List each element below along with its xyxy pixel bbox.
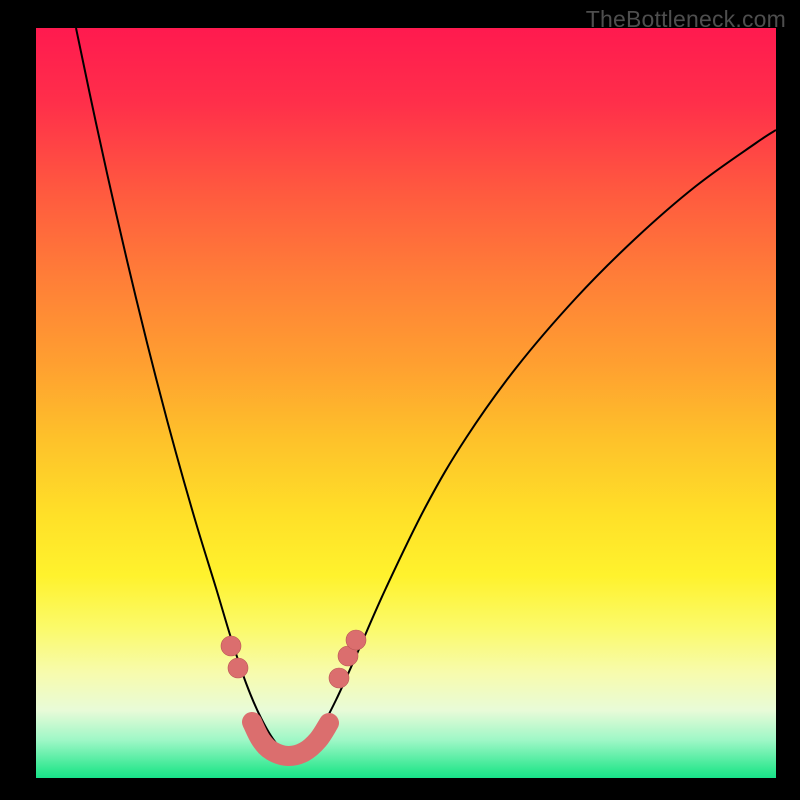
chart-svg	[36, 28, 776, 778]
bottleneck-curve	[76, 28, 776, 755]
marker-dot	[329, 668, 349, 688]
watermark-text: TheBottleneck.com	[586, 6, 786, 33]
plot-area	[36, 28, 776, 778]
marker-dot	[346, 630, 366, 650]
marker-dot	[221, 636, 241, 656]
outer-frame: TheBottleneck.com	[0, 0, 800, 800]
marker-dot	[228, 658, 248, 678]
valley-band	[252, 722, 329, 756]
highlight-markers	[221, 630, 366, 688]
